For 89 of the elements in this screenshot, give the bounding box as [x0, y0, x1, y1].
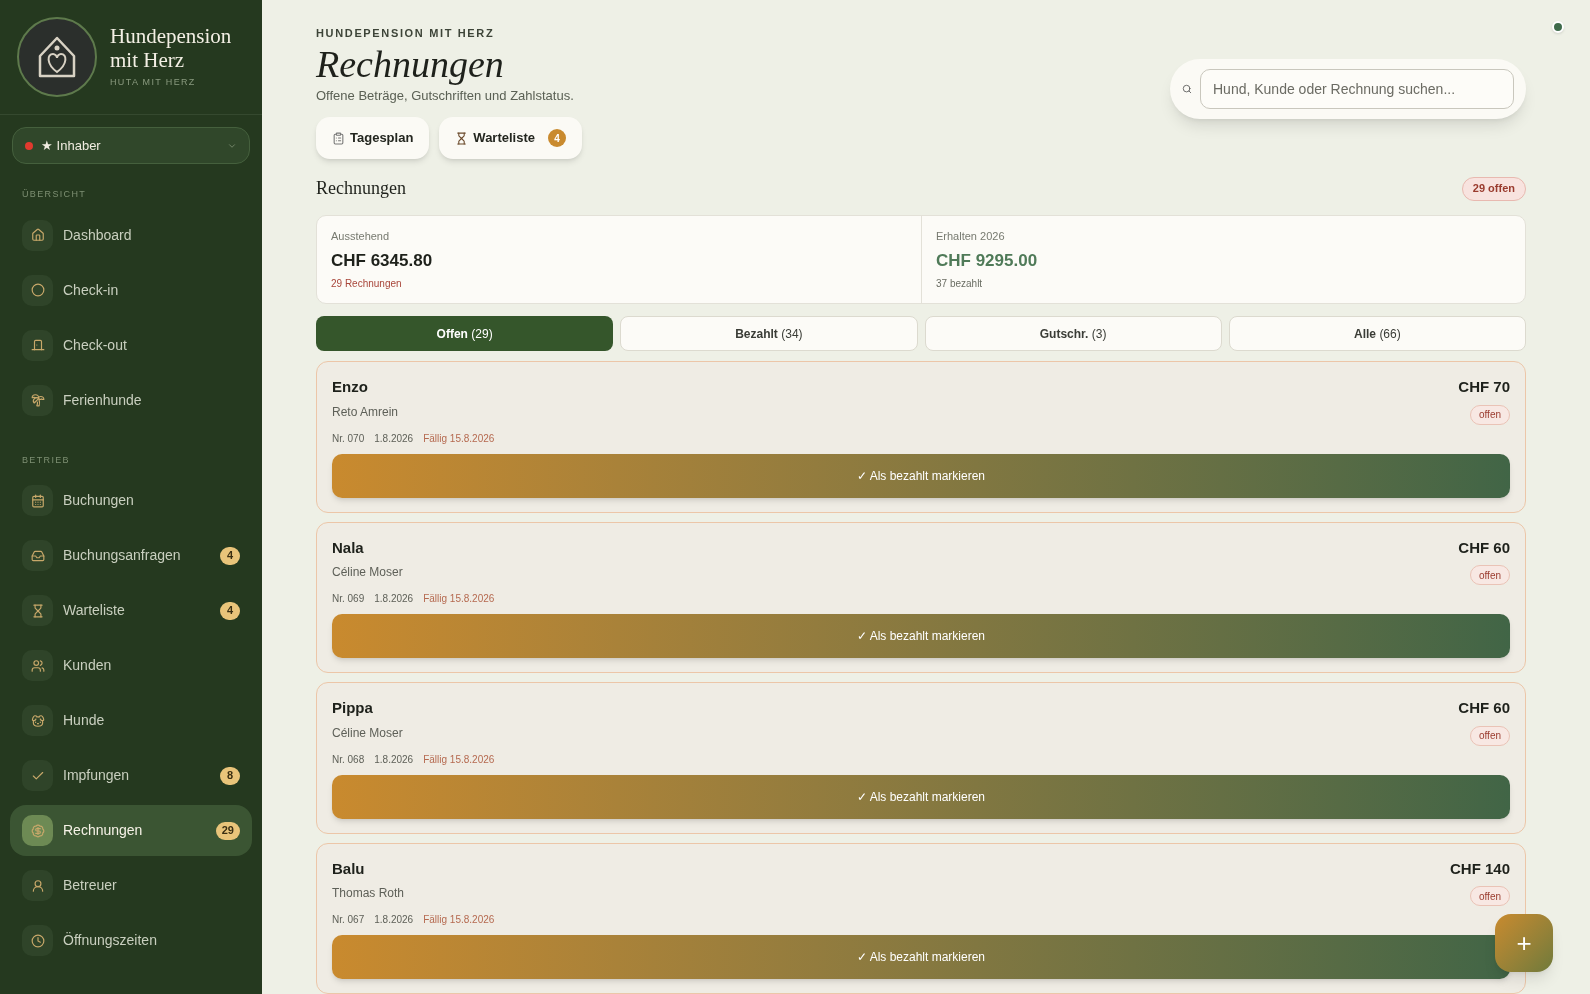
due-date: Fällig 15.8.2026	[423, 592, 495, 606]
nav-item[interactable]: Öffnungszeiten	[10, 915, 252, 966]
clipboard-icon	[332, 131, 345, 145]
nav-item[interactable]: Ferienhunde	[10, 374, 252, 426]
status-badge: offen	[1469, 886, 1510, 906]
filter-tab[interactable]: Bezahlt (34)	[620, 316, 918, 351]
summary-note: 37 bezahlt	[936, 277, 984, 291]
role-dropdown[interactable]: ★ Inhaber	[12, 127, 250, 164]
count-badge: 4	[548, 129, 566, 147]
dog-name: Pippa	[332, 698, 374, 718]
mark-paid-button[interactable]: ✓ Als bezahlt markieren	[332, 453, 1510, 498]
owner-name: Céline Moser	[332, 724, 404, 742]
quick-action-button[interactable]: Tagesplan	[316, 117, 430, 159]
logo-icon	[16, 16, 98, 98]
summary-value: CHF 6345.80	[331, 249, 434, 272]
invoice-number: Nr. 070	[332, 431, 365, 446]
summary-label: Erhalten 2026	[936, 229, 1006, 244]
page-title: Rechnungen	[316, 41, 505, 86]
nav-item[interactable]: Buchungen	[10, 475, 252, 526]
status-badge: offen	[1469, 725, 1510, 746]
count-badge: 4	[220, 546, 240, 565]
calendar-icon	[30, 493, 45, 508]
invoice-number: Nr. 068	[332, 752, 365, 767]
invoice-date: 1.8.2026	[374, 752, 414, 767]
nav-item[interactable]: Buchungsanfragen 4	[10, 530, 252, 581]
filter-tab[interactable]: Gutschr. (3)	[924, 316, 1222, 351]
nav-item[interactable]: Check-in	[10, 264, 252, 316]
person-icon	[30, 878, 45, 893]
mark-paid-button[interactable]: ✓ Als bezahlt markieren	[332, 614, 1510, 658]
owner-name: Céline Moser	[332, 564, 404, 581]
count-badge: 8	[220, 766, 240, 785]
nav-item[interactable]: Rechnungen 29	[10, 805, 252, 856]
invoice-amount: CHF 70	[1458, 377, 1510, 397]
summary-value: CHF 9295.00	[936, 249, 1039, 272]
page-subtitle: Offene Beträge, Gutschriften und Zahlstatus.	[316, 86, 575, 105]
nav-item[interactable]: Betreuer	[10, 860, 252, 911]
search-field[interactable]: Hund, Kunde oder Rechnung suchen...	[1200, 69, 1514, 109]
invoice-date: 1.8.2026	[374, 913, 414, 927]
due-date: Fällig 15.8.2026	[423, 913, 495, 927]
invoice-date: 1.8.2026	[374, 592, 414, 606]
owner-name: Reto Amrein	[332, 403, 400, 421]
hourglass-icon	[30, 603, 45, 618]
quick-action-button[interactable]: Warteliste 4	[439, 117, 582, 159]
invoice-amount: CHF 60	[1458, 537, 1510, 558]
search-icon	[1182, 84, 1192, 94]
nav-item[interactable]: Kunden	[10, 640, 252, 691]
nav-item[interactable]: Dashboard	[10, 209, 252, 261]
brand-name: Hundepension mit Herz	[110, 24, 233, 73]
dog-icon	[30, 713, 45, 728]
filter-tab[interactable]: Alle (66)	[1228, 316, 1526, 351]
people-icon	[30, 658, 45, 673]
invoice-number: Nr. 069	[332, 592, 365, 606]
count-badge: 29	[215, 821, 240, 840]
summary-label: Ausstehend	[331, 229, 391, 244]
nav-item[interactable]: Hunde	[10, 695, 252, 746]
invoice-amount: CHF 140	[1449, 858, 1510, 879]
owner-name: Thomas Roth	[332, 885, 406, 902]
brand-subtitle: HUTA MIT HERZ	[110, 76, 197, 90]
nav-section-heading: BETRIEB	[21, 453, 71, 467]
summary-note: 29 Rechnungen	[331, 277, 403, 291]
status-badge: offen	[1469, 404, 1510, 425]
page-eyebrow: HUNDEPENSION MIT HERZ	[316, 26, 496, 41]
hourglass-icon	[455, 131, 469, 145]
money-icon	[30, 823, 45, 838]
add-button[interactable]: +	[1495, 914, 1553, 972]
dog-name: Balu	[332, 858, 366, 879]
palm-tree-icon	[30, 393, 45, 407]
door-icon	[30, 338, 45, 352]
filter-tab[interactable]: Offen (29)	[316, 316, 614, 351]
section-title: Rechnungen	[316, 177, 406, 200]
nav-item[interactable]: Check-out	[10, 319, 252, 371]
nav-section-heading: ÜBERSICHT	[21, 188, 88, 201]
dog-name: Enzo	[332, 377, 369, 397]
nav-item[interactable]: Impfungen 8	[10, 750, 252, 801]
due-date: Fällig 15.8.2026	[423, 752, 495, 767]
house-icon	[30, 228, 45, 242]
invoice-date: 1.8.2026	[374, 431, 414, 446]
clock-icon	[30, 933, 45, 948]
inbox-icon	[30, 548, 45, 563]
open-count-badge: 29 offen	[1461, 176, 1526, 201]
nav-item[interactable]: Warteliste 4	[10, 585, 252, 636]
mark-paid-button[interactable]: ✓ Als bezahlt markieren	[332, 935, 1510, 979]
invoice-number: Nr. 067	[332, 913, 365, 927]
count-badge: 4	[220, 601, 240, 620]
status-badge: offen	[1469, 565, 1510, 585]
mark-paid-button[interactable]: ✓ Als bezahlt markieren	[332, 774, 1510, 819]
due-date: Fällig 15.8.2026	[423, 431, 495, 446]
dog-name: Nala	[332, 537, 365, 558]
invoice-amount: CHF 60	[1458, 698, 1510, 718]
